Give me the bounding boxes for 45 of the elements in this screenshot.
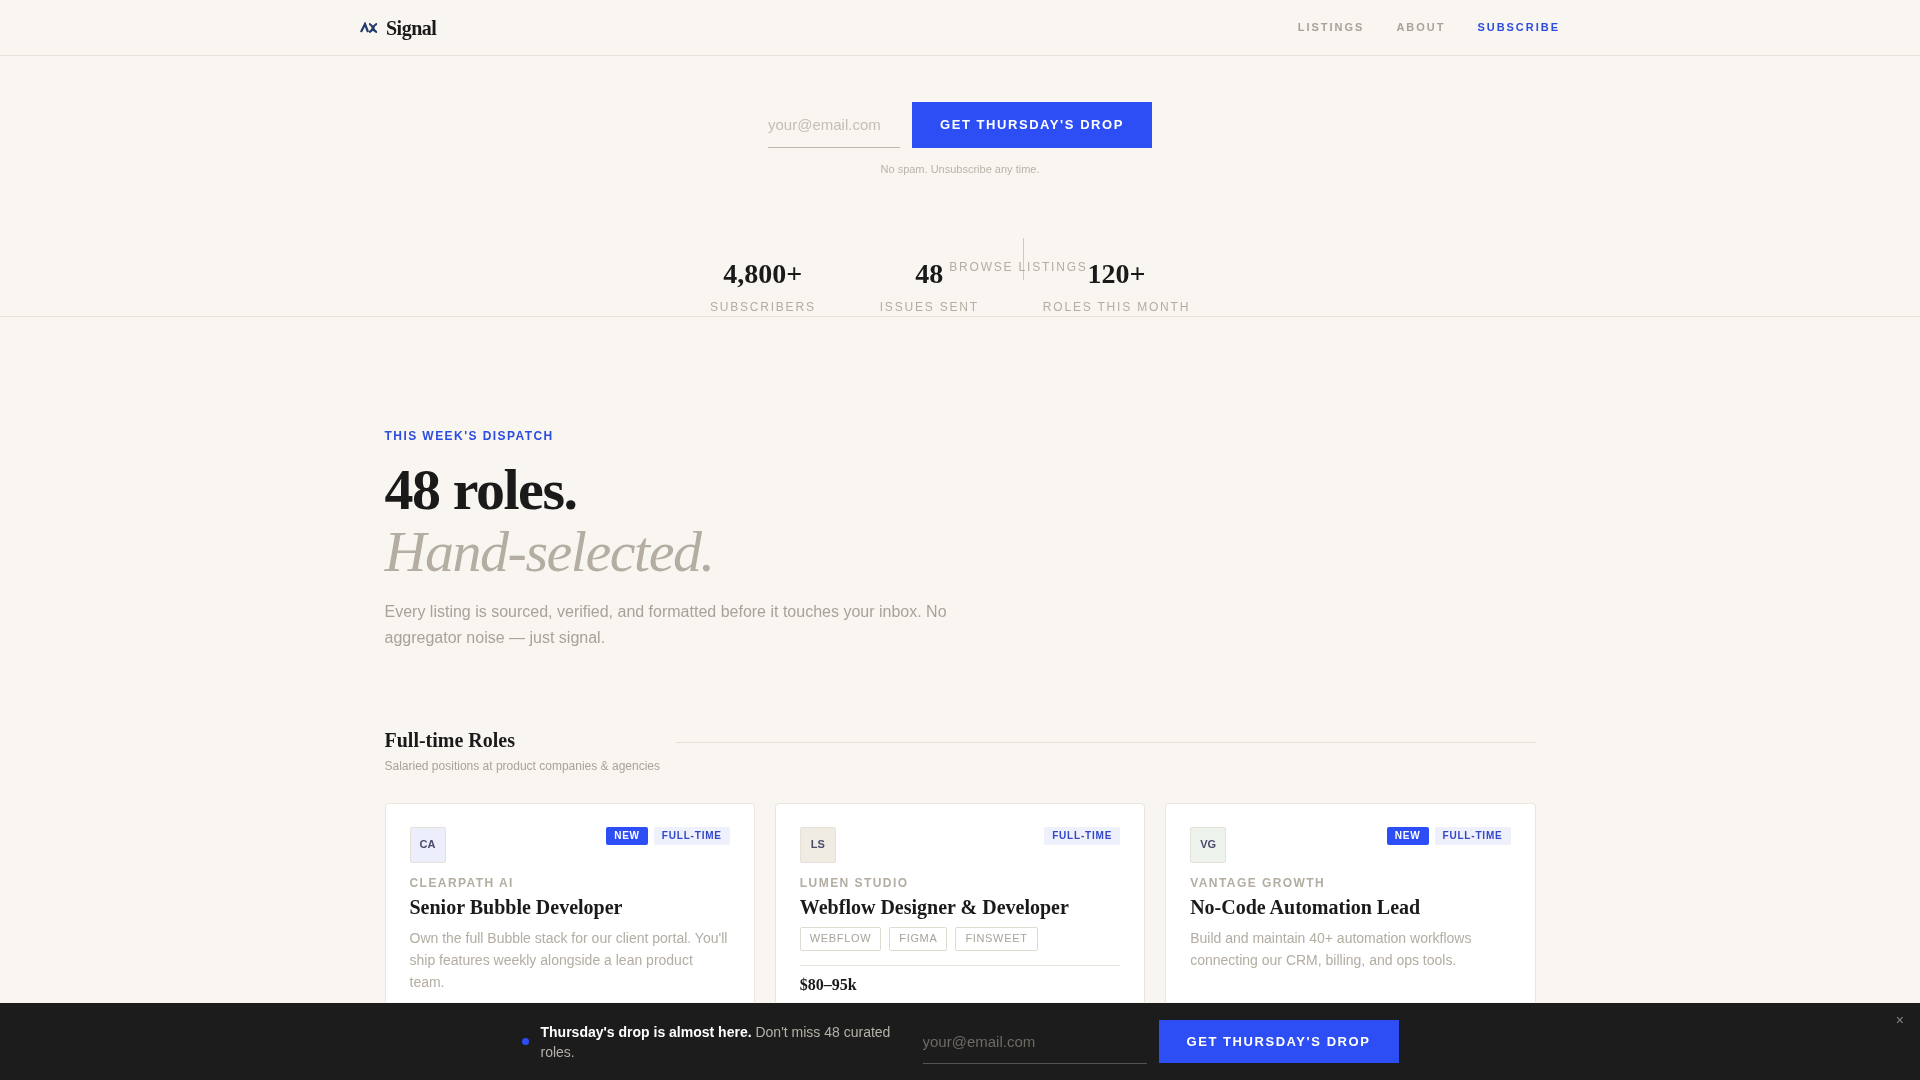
job-title: Webflow Designer & Developer	[799, 894, 1070, 921]
stat-label: ISSUES SENT	[879, 298, 979, 316]
job-card[interactable]: LS FULL-TIME LUMEN STUDIO Webflow Designer & Developer WEBFLOW FIGMA FINSWEET $80–95k	[774, 802, 1146, 1002]
nav-link[interactable]: SUBSCRIBE	[1477, 19, 1560, 36]
close-button[interactable]: ×	[1895, 1013, 1904, 1027]
company-initials: CA	[409, 826, 446, 863]
skill-tag: FIGMA	[889, 926, 948, 951]
email-field[interactable]: your@email.com	[768, 102, 900, 148]
stat-value: 4,800+	[723, 259, 803, 288]
section-eyebrow: THIS WEEK'S DISPATCH	[384, 427, 555, 445]
job-card[interactable]: CA NEW FULL-TIME CLEARPATH AI Senior Bubble Developer Own the full Bubble stack for our client portal. You'll ship features weekly alongside a lean product team.	[384, 802, 755, 1002]
intro-paragraph: Every listing is sourced, verified, and formatted before it touches your inbox. No aggregator noise — just signal.	[384, 601, 948, 648]
section-subtitle: Salaried positions at product companies & agencies	[384, 757, 660, 775]
new-badge: NEW	[1386, 826, 1429, 845]
job-type-badge: FULL-TIME	[1044, 826, 1121, 845]
stat-value: 48	[915, 259, 944, 288]
salary: $80–95k	[799, 975, 858, 994]
brand-name[interactable]: Signal	[386, 12, 437, 43]
new-badge: NEW	[606, 826, 648, 845]
skill-tag: WEBFLOW	[799, 926, 882, 951]
no-spam-note: No spam. Unsubscribe any time.	[880, 162, 1040, 177]
company-initials: LS	[799, 826, 836, 863]
headline: 48 roles.	[384, 458, 578, 521]
skill-tag: FINSWEET	[955, 926, 1038, 951]
job-title: No-Code Automation Lead	[1190, 894, 1422, 920]
job-type-badge: FULL-TIME	[653, 826, 730, 845]
company-name: VANTAGE GROWTH	[1190, 874, 1327, 891]
company-initials: VG	[1190, 826, 1227, 863]
logo-icon	[360, 21, 378, 34]
stat-label: SUBSCRIBERS	[709, 298, 816, 316]
banner-subscribe-button[interactable]: GET THURSDAY'S DROP	[1158, 1020, 1399, 1063]
company-name: CLEARPATH AI	[409, 874, 515, 891]
banner-email-field[interactable]: your@email.com	[922, 1019, 1147, 1064]
company-name: LUMEN STUDIO	[799, 874, 910, 891]
job-description: Build and maintain 40+ automation workflows connecting our CRM, billing, and ops tools.	[1190, 928, 1473, 970]
job-card[interactable]: VG NEW FULL-TIME VANTAGE GROWTH No-Code Automation Lead Build and maintain 40+ automation workflows connecting our CRM, billing, and ops tools.	[1165, 802, 1536, 1002]
subscribe-button[interactable]: GET THURSDAY'S DROP	[912, 102, 1152, 148]
banner-message: Thursday's drop is almost here. Don't miss 48 curated roles.	[540, 1022, 892, 1062]
section-title: Full-time Roles	[384, 727, 517, 753]
job-description: Own the full Bubble stack for our client portal. You'll ship features weekly alongside a lean product team.	[409, 928, 729, 992]
subheadline: Hand-selected.	[384, 520, 715, 583]
job-title: Senior Bubble Developer	[409, 894, 624, 921]
job-type-badge: FULL-TIME	[1434, 826, 1511, 845]
stat-label: ROLES THIS MONTH	[1042, 298, 1191, 316]
stat-value: 120+	[1087, 259, 1146, 288]
